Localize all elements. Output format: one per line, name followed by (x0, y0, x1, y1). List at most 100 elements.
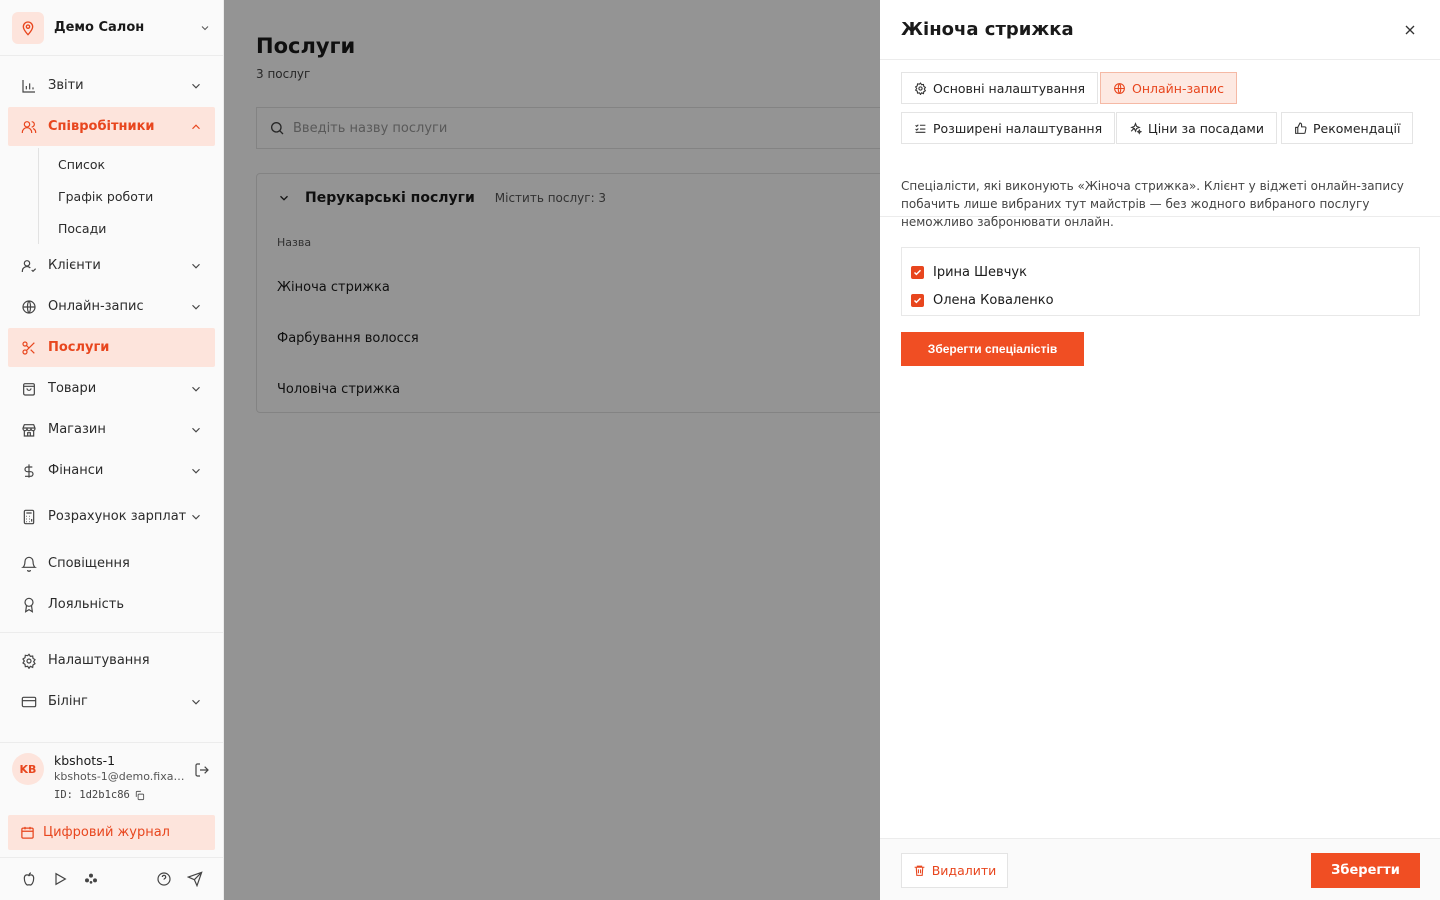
user-email: kbshots-1@demo.fixa.b... (54, 770, 186, 783)
shopping-bag-icon (20, 380, 38, 398)
salon-name: Демо Салон (54, 20, 145, 35)
nav-label: Білінг (48, 694, 88, 709)
nav-label: Звіти (48, 78, 84, 93)
community-icon[interactable] (82, 870, 100, 888)
calculator-icon (20, 508, 38, 526)
specialist-name: Олена Коваленко (933, 292, 1054, 308)
footer-toolbar (0, 857, 224, 900)
globe-icon (1113, 82, 1126, 95)
journal-label: Цифровий журнал (43, 825, 170, 840)
tab-label: Розширені налаштування (933, 120, 1103, 136)
nav-item-settings[interactable]: Налаштування (8, 641, 215, 680)
nav-item-finance[interactable]: Фінанси (8, 451, 215, 490)
sparkles-icon (1129, 121, 1142, 135)
store-icon (20, 421, 38, 439)
tab-label: Онлайн-запис (1132, 80, 1224, 96)
specialists-list: Ірина Шевчук Олена Коваленко (901, 247, 1420, 316)
nav-item-shop[interactable]: Магазин (8, 410, 215, 449)
list-checks-icon (914, 122, 927, 135)
nav-item-online[interactable]: Онлайн-запис (8, 287, 215, 326)
nav-item-payroll[interactable]: Розрахунок зарплат (8, 492, 215, 542)
nav-label: Послуги (48, 340, 110, 355)
bell-icon (20, 555, 38, 573)
send-icon[interactable] (186, 870, 204, 888)
digital-journal-button[interactable]: Цифровий журнал (8, 815, 215, 850)
tab-online[interactable]: Онлайн-запис (1100, 72, 1237, 104)
service-drawer: Жіноча стрижка Основні налаштування Онла… (880, 0, 1440, 900)
modal-backdrop[interactable] (224, 0, 880, 900)
chevron-down-icon (192, 699, 200, 705)
nav-item-loyalty[interactable]: Лояльність (8, 585, 215, 624)
chevron-down-icon (192, 83, 200, 89)
drawer-footer: Видалити Зберегти (880, 838, 1440, 900)
nav-label: Сповіщення (48, 556, 130, 571)
chevron-down-icon (192, 514, 200, 520)
nav-item-clients[interactable]: Клієнти (8, 246, 215, 285)
nav-item-goods[interactable]: Товари (8, 369, 215, 408)
nav-label: Магазин (48, 422, 106, 437)
salon-selector[interactable]: Демо Салон (0, 0, 223, 56)
user-name: kbshots-1 (54, 753, 116, 768)
chevron-up-icon (192, 123, 200, 129)
chevron-down-icon (192, 386, 200, 392)
trash-icon (913, 864, 926, 877)
sub-item-positions[interactable]: Посади (39, 212, 223, 244)
chevron-down-icon (192, 304, 200, 310)
tab-label: Основні налаштування (933, 80, 1086, 96)
drawer-header: Жіноча стрижка (880, 0, 1440, 60)
nav-label: Співробітники (48, 119, 155, 134)
tab-label: Рекомендації (1313, 120, 1401, 136)
sidebar: Демо Салон Звіти Співробітники Список Гр… (0, 0, 224, 900)
gear-icon (914, 81, 927, 95)
specialist-item[interactable]: Олена Коваленко (902, 286, 1419, 314)
user-info: kbshots-1 kbshots-1@demo.fixa.b... ID: 1… (54, 753, 186, 802)
staff-submenu: Список Графік роботи Посади (38, 148, 223, 244)
tab-recommend[interactable]: Рекомендації (1281, 112, 1414, 144)
apple-icon[interactable] (20, 870, 38, 888)
gear-icon (20, 652, 38, 670)
nav-item-staff[interactable]: Співробітники (8, 107, 215, 146)
user-card: KB kbshots-1 kbshots-1@demo.fixa.b... ID… (0, 742, 224, 812)
delete-button[interactable]: Видалити (901, 853, 1008, 888)
thumbs-up-icon (1294, 122, 1307, 135)
nav-label: Товари (48, 381, 97, 396)
nav-item-reports[interactable]: Звіти (8, 66, 215, 105)
bar-chart-icon (20, 77, 38, 95)
copy-icon[interactable] (134, 790, 145, 801)
tab-advanced[interactable]: Розширені налаштування (901, 112, 1116, 144)
nav-label: Розрахунок зарплат (48, 509, 187, 524)
nav-item-billing[interactable]: Білінг (8, 682, 215, 721)
checkbox-checked[interactable] (911, 265, 924, 279)
tab-label: Ціни за посадами (1148, 120, 1264, 136)
globe-icon (20, 298, 38, 316)
sub-item-schedule[interactable]: Графік роботи (39, 180, 223, 212)
drawer-title: Жіноча стрижка (901, 19, 1074, 40)
save-button[interactable]: Зберегти (1311, 853, 1420, 888)
tab-prices[interactable]: Ціни за посадами (1116, 112, 1277, 144)
delete-label: Видалити (931, 863, 997, 878)
checkbox-checked[interactable] (911, 293, 924, 307)
help-icon[interactable] (155, 870, 173, 888)
nav-item-notifications[interactable]: Сповіщення (8, 544, 215, 583)
user-id-row: ID: 1d2b1c86 (54, 789, 186, 801)
nav-label: Клієнти (48, 258, 101, 273)
avatar: KB (12, 753, 44, 785)
divider (0, 632, 223, 633)
sub-item-list[interactable]: Список (39, 148, 223, 180)
play-icon[interactable] (51, 870, 69, 888)
close-icon[interactable] (1400, 20, 1420, 40)
nav-item-services[interactable]: Послуги (8, 328, 215, 367)
nav-label: Фінанси (48, 463, 104, 478)
specialist-name: Ірина Шевчук (933, 264, 1027, 280)
specialist-item[interactable]: Ірина Шевчук (902, 258, 1419, 286)
chevron-down-icon (192, 263, 200, 269)
credit-card-icon (20, 693, 38, 711)
save-specialists-button[interactable]: Зберегти спеціалістів (901, 332, 1084, 366)
chevron-down-icon (201, 25, 209, 30)
tab-basic[interactable]: Основні налаштування (901, 72, 1099, 104)
logout-icon[interactable] (194, 762, 210, 778)
user-check-icon (20, 257, 38, 275)
dollar-icon (20, 462, 38, 480)
chevron-down-icon (192, 468, 200, 474)
calendar-icon (20, 825, 35, 840)
